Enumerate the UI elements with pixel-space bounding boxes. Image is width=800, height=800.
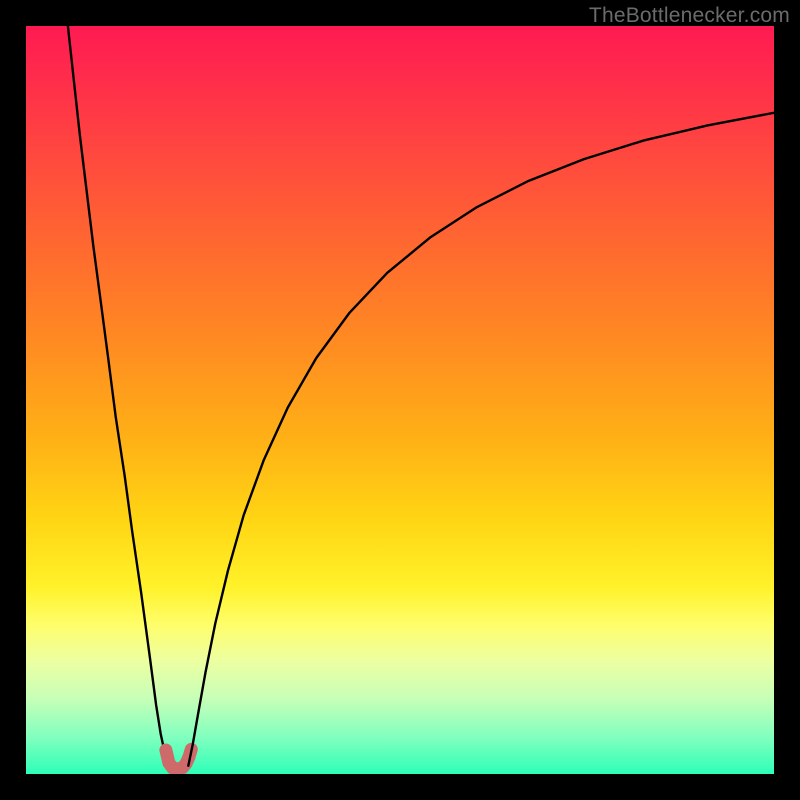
series-left-branch: [68, 26, 169, 766]
curve-overlay: [26, 26, 774, 774]
chart-frame: TheBottlenecker.com: [0, 0, 800, 800]
series-right-branch: [188, 113, 774, 766]
plot-area: [26, 26, 774, 774]
watermark-text: TheBottlenecker.com: [589, 4, 790, 28]
